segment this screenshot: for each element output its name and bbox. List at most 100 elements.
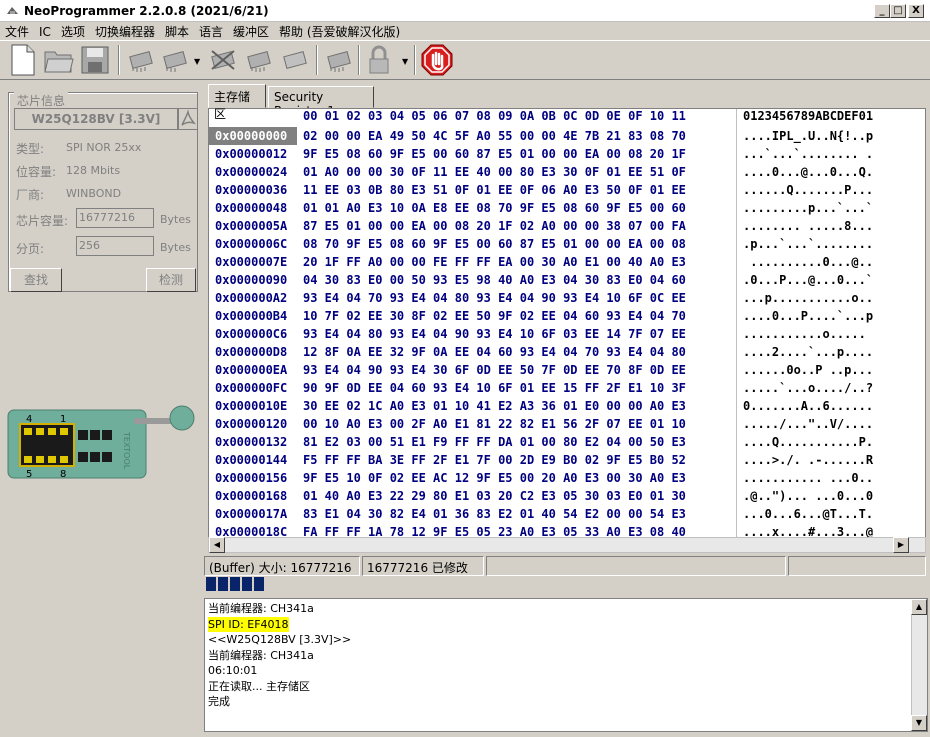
hex-ascii[interactable]: ....0...@...0...Q. [743, 163, 873, 181]
hex-ascii[interactable]: ...........o..... [743, 325, 866, 343]
menu-ic[interactable]: IC [34, 24, 56, 40]
scroll-right-icon[interactable]: ▶ [893, 537, 909, 553]
log-console[interactable]: 当前编程器: CH341a SPI ID: EF4018 <<W25Q128BV [… [204, 598, 928, 732]
chevron-down-icon[interactable]: ▼ [194, 57, 200, 66]
menu-switch-programmer[interactable]: 切换编程器 [90, 22, 160, 41]
scroll-up-icon[interactable]: ▲ [911, 599, 927, 615]
hex-ascii[interactable]: .....`...o..../..? [743, 379, 873, 397]
hex-ascii[interactable]: ....Q...........P. [743, 433, 873, 451]
hex-ascii[interactable]: ......Q.......P... [743, 181, 873, 199]
capacity-field[interactable]: 16777216 [76, 208, 154, 228]
hex-ascii[interactable]: ...0...6...@T...T. [743, 505, 873, 523]
hex-bytes[interactable]: 04 30 83 E0 00 50 93 E5 98 40 A0 E3 04 3… [303, 271, 686, 289]
open-file-button[interactable] [42, 43, 76, 77]
hex-ascii[interactable]: ........... ...0.. [743, 469, 873, 487]
hex-bytes[interactable]: 93 E4 04 70 93 E4 04 80 93 E4 04 90 93 E… [303, 289, 686, 307]
scroll-down-icon[interactable]: ▼ [911, 715, 927, 731]
write-chip-button[interactable] [242, 43, 276, 77]
chevron-down-icon[interactable]: ▼ [402, 57, 408, 66]
stop-button[interactable] [420, 43, 454, 77]
log-scrollbar[interactable]: ▲ ▼ [911, 599, 927, 731]
hex-row[interactable]: 0x00000090 04 30 83 E0 00 50 93 E5 98 40 … [209, 271, 925, 289]
close-button[interactable]: X [908, 4, 924, 18]
hex-bytes[interactable]: 9F E5 08 60 9F E5 00 60 87 E5 01 00 00 E… [303, 145, 686, 163]
page-field[interactable]: 256 [76, 236, 154, 256]
find-button[interactable]: 查找 [10, 268, 62, 292]
datasheet-button[interactable] [178, 108, 198, 130]
hex-row[interactable]: 0x000000C6 93 E4 04 80 93 E4 04 90 93 E4 … [209, 325, 925, 343]
save-file-button[interactable] [78, 43, 112, 77]
menu-options[interactable]: 选项 [56, 22, 90, 41]
read-chip-button[interactable] [124, 43, 158, 77]
hex-ascii[interactable]: ....2....`...p.... [743, 343, 873, 361]
new-file-button[interactable] [6, 43, 40, 77]
hex-ascii[interactable]: ....0...P....`...p [743, 307, 873, 325]
menu-script[interactable]: 脚本 [160, 22, 194, 41]
hex-row[interactable]: 0x0000006C 08 70 9F E5 08 60 9F E5 00 60 … [209, 235, 925, 253]
hex-row[interactable]: 0x00000012 9F E5 08 60 9F E5 00 60 87 E5 … [209, 145, 925, 163]
hex-ascii[interactable]: ...p...........o.. [743, 289, 873, 307]
hex-bytes[interactable]: 90 9F 0D EE 04 60 93 E4 10 6F 01 EE 15 F… [303, 379, 686, 397]
hex-row[interactable]: 0x000000EA 93 E4 04 90 93 E4 30 6F 0D EE … [209, 361, 925, 379]
hex-row[interactable]: 0x00000132 81 E2 03 00 51 E1 F9 FF FF DA … [209, 433, 925, 451]
hex-ascii[interactable]: .@..")... ...0...0 [743, 487, 873, 505]
hex-row[interactable]: 0x0000017A 83 E1 04 30 82 E4 01 36 83 E2 … [209, 505, 925, 523]
hex-row[interactable]: 0x00000036 11 EE 03 0B 80 E3 51 0F 01 EE … [209, 181, 925, 199]
hex-bytes[interactable]: 11 EE 03 0B 80 E3 51 0F 01 EE 0F 06 A0 E… [303, 181, 686, 199]
tab-security-register[interactable]: Security Register 1 [268, 86, 374, 118]
hex-bytes[interactable]: 10 7F 02 EE 30 8F 02 EE 50 9F 02 EE 04 6… [303, 307, 686, 325]
hex-bytes[interactable]: F5 FF FF BA 3E FF 2F E1 7F 00 2D E9 B0 0… [303, 451, 686, 469]
hex-ascii[interactable]: ......0o..P ..p... [743, 361, 873, 379]
hex-row[interactable]: 0x000000B4 10 7F 02 EE 30 8F 02 EE 50 9F … [209, 307, 925, 325]
minimize-button[interactable]: _ [874, 4, 890, 18]
hex-bytes[interactable]: 93 E4 04 90 93 E4 30 6F 0D EE 50 7F 0D E… [303, 361, 686, 379]
hex-ascii[interactable]: .0...P...@...0...` [743, 271, 873, 289]
hex-bytes[interactable]: 81 E2 03 00 51 E1 F9 FF FF DA 01 00 80 E… [303, 433, 686, 451]
menu-help[interactable]: 帮助 (吾爱破解汉化版) [274, 22, 405, 41]
blank-check-button[interactable] [278, 43, 312, 77]
hex-bytes[interactable]: 83 E1 04 30 82 E4 01 36 83 E2 01 40 54 E… [303, 505, 686, 523]
protect-button[interactable] [362, 43, 396, 77]
hex-row[interactable]: 0x000000A2 93 E4 04 70 93 E4 04 80 93 E4 … [209, 289, 925, 307]
hex-bytes[interactable]: 01 40 A0 E3 22 29 80 E1 03 20 C2 E3 05 3… [303, 487, 686, 505]
hex-ascii[interactable]: ..........0...@.. [743, 253, 873, 271]
hex-row[interactable]: 0x00000144 F5 FF FF BA 3E FF 2F E1 7F 00 … [209, 451, 925, 469]
hex-bytes[interactable]: 01 01 A0 E3 10 0A E8 EE 08 70 9F E5 08 6… [303, 199, 686, 217]
hex-row[interactable]: 0x0000007E 20 1F FF A0 00 00 FE FF FF EA … [209, 253, 925, 271]
hex-row[interactable]: 0x00000156 9F E5 10 0F 02 EE AC 12 9F E5 … [209, 469, 925, 487]
hex-bytes[interactable]: 87 E5 01 00 00 EA 00 08 20 1F 02 A0 00 0… [303, 217, 686, 235]
hex-ascii[interactable]: ...../..."..V/.... [743, 415, 873, 433]
hex-row[interactable]: 0x00000024 01 A0 00 00 30 0F 11 EE 40 00 … [209, 163, 925, 181]
hex-bytes[interactable]: 02 00 00 EA 49 50 4C 5F A0 55 00 00 4E 7… [303, 127, 686, 145]
hex-ascii[interactable]: 0.......A..6...... [743, 397, 873, 415]
menu-file[interactable]: 文件 [0, 22, 34, 41]
menu-language[interactable]: 语言 [194, 22, 228, 41]
scroll-left-icon[interactable]: ◀ [209, 537, 225, 553]
hex-ascii[interactable]: ....>./. .-......R [743, 451, 873, 469]
hex-row[interactable]: 0x00000120 00 10 A0 E3 00 2F A0 E1 81 22 … [209, 415, 925, 433]
hex-row[interactable]: 0x000000D8 12 8F 0A EE 32 9F 0A EE 04 60 … [209, 343, 925, 361]
hex-bytes[interactable]: 01 A0 00 00 30 0F 11 EE 40 00 80 E3 30 0… [303, 163, 686, 181]
tab-main-memory[interactable]: 主存储区 [208, 84, 266, 121]
hex-editor[interactable]: 00 01 02 03 04 05 06 07 08 09 0A 0B 0C 0… [208, 108, 926, 540]
hex-ascii[interactable]: ........ .....8... [743, 217, 873, 235]
hex-bytes[interactable]: 20 1F FF A0 00 00 FE FF FF EA 00 30 A0 E… [303, 253, 686, 271]
detect-button[interactable]: 检测 [146, 268, 196, 292]
verify-chip-button[interactable] [158, 43, 192, 77]
hex-ascii[interactable]: .p...`...`........ [743, 235, 873, 253]
hex-bytes[interactable]: 12 8F 0A EE 32 9F 0A EE 04 60 93 E4 04 7… [303, 343, 686, 361]
hex-bytes[interactable]: 08 70 9F E5 08 60 9F E5 00 60 87 E5 01 0… [303, 235, 686, 253]
hex-row[interactable]: 0x000000FC 90 9F 0D EE 04 60 93 E4 10 6F … [209, 379, 925, 397]
hex-bytes[interactable]: 30 EE 02 1C A0 E3 01 10 41 E2 A3 36 01 E… [303, 397, 686, 415]
auto-button[interactable] [322, 43, 356, 77]
hex-row[interactable]: 0x0000010E 30 EE 02 1C A0 E3 01 10 41 E2 … [209, 397, 925, 415]
hex-ascii[interactable]: ....IPL_.U..N{!..p [743, 127, 873, 145]
maximize-button[interactable]: □ [890, 4, 906, 18]
hex-ascii[interactable]: ...`...`........ . [743, 145, 873, 163]
hex-row[interactable]: 0x0000005A 87 E5 01 00 00 EA 00 08 20 1F … [209, 217, 925, 235]
hex-bytes[interactable]: 93 E4 04 80 93 E4 04 90 93 E4 10 6F 03 E… [303, 325, 686, 343]
hex-bytes[interactable]: 00 10 A0 E3 00 2F A0 E1 81 22 82 E1 56 2… [303, 415, 686, 433]
hex-row[interactable]: 0x00000000 02 00 00 EA 49 50 4C 5F A0 55 … [209, 127, 925, 145]
hex-bytes[interactable]: 9F E5 10 0F 02 EE AC 12 9F E5 00 20 A0 E… [303, 469, 686, 487]
hex-ascii[interactable]: .........p...`...` [743, 199, 873, 217]
